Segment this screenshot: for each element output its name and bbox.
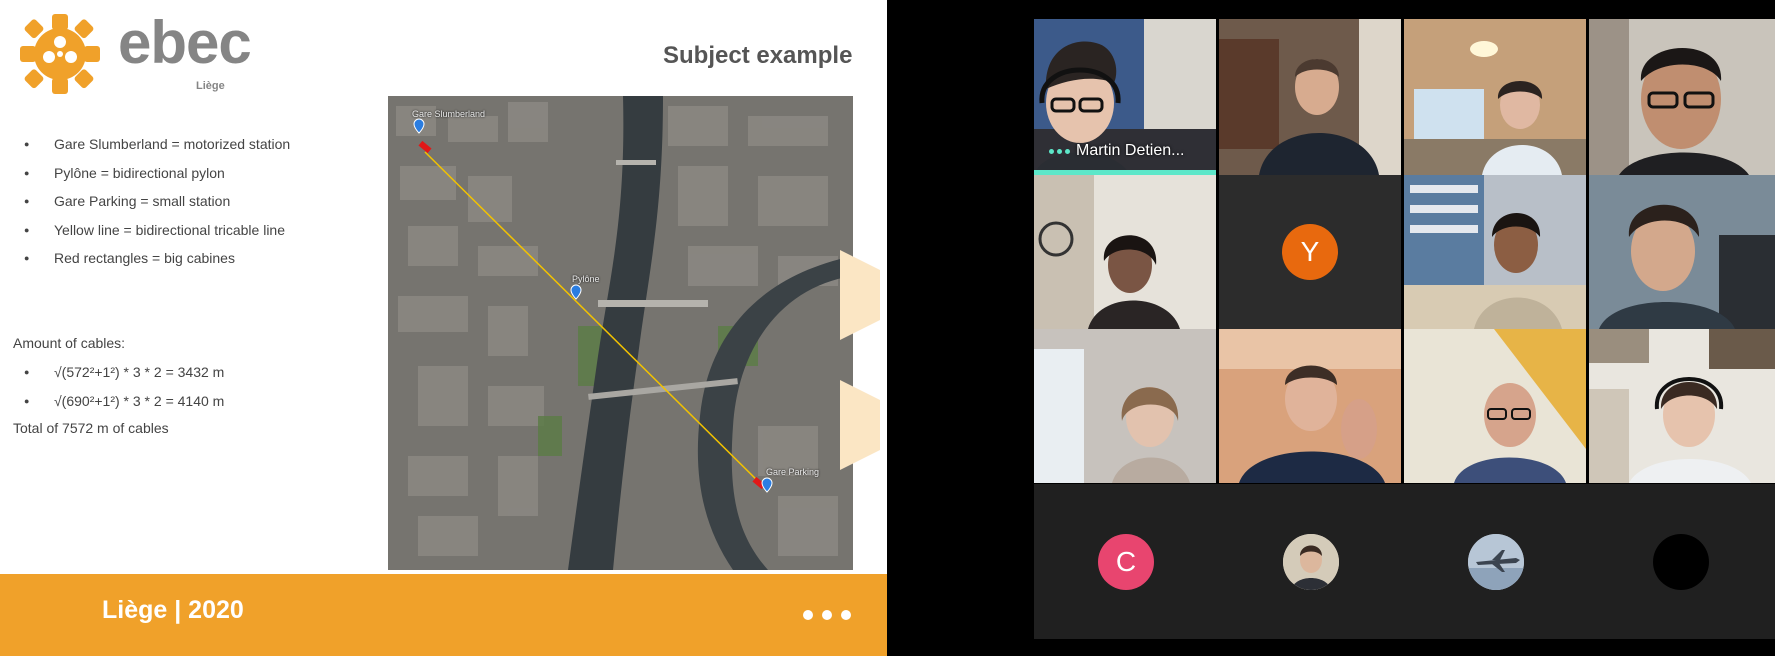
video-feed: [1219, 329, 1401, 483]
participant-tile[interactable]: [1034, 175, 1216, 329]
participant-tile[interactable]: Y: [1219, 175, 1401, 329]
slide-footer: Liège | 2020: [0, 574, 887, 656]
cables-list: √(572²+1²) * 3 * 2 = 3432 m √(690²+1²) *…: [24, 362, 224, 419]
dot: [803, 610, 813, 620]
video-feed: [1219, 19, 1401, 175]
avatar-initial: Y: [1300, 236, 1320, 267]
participant-tile[interactable]: [1034, 329, 1216, 483]
participant-tile[interactable]: [1589, 175, 1775, 329]
logo-city: Liège: [196, 80, 225, 92]
participant-tile[interactable]: [1404, 329, 1586, 483]
avatar-initial: C: [1115, 546, 1137, 577]
shared-slide: ebec Liège Subject example Gare Slumberl…: [0, 0, 887, 656]
list-item: Yellow line = bidirectional tricable lin…: [24, 220, 290, 249]
list-item: Gare Slumberland = motorized station: [24, 134, 290, 163]
dot: [822, 610, 832, 620]
list-item: Pylône = bidirectional pylon: [24, 163, 290, 192]
video-feed: [1404, 329, 1586, 483]
participant-avatar[interactable]: [1468, 534, 1524, 590]
participant-tile-active-speaker[interactable]: Martin Detien...: [1034, 19, 1216, 175]
video-feed: [1034, 329, 1216, 483]
cables-total: Total of 7572 m of cables: [13, 420, 169, 436]
footer-text: Liège | 2020: [102, 596, 244, 624]
participant-tile[interactable]: [1404, 19, 1586, 175]
decorative-gear-edge: [840, 250, 880, 470]
video-feed: [1589, 19, 1775, 175]
avatar: Y: [1282, 224, 1338, 280]
slide-title: Subject example: [663, 42, 853, 69]
video-feed: [1404, 175, 1586, 329]
ebec-gear-icon: [20, 14, 100, 94]
aircraft-photo-icon: [1468, 534, 1524, 590]
list-item: Gare Parking = small station: [24, 191, 290, 220]
map-label-station-a: Gare Slumberland: [412, 109, 486, 119]
participant-tile[interactable]: [1219, 329, 1401, 483]
participant-tile[interactable]: [1589, 329, 1775, 483]
participant-avatar[interactable]: C: [1098, 534, 1154, 590]
speaking-indicator-icon: [1049, 148, 1070, 154]
participant-tile[interactable]: [1404, 175, 1586, 329]
cables-label: Amount of cables:: [13, 335, 126, 351]
video-feed: [1404, 19, 1586, 175]
ebec-logo: ebec Liège: [18, 9, 252, 95]
satellite-map: Gare Slumberland Pylône Gare Parking: [388, 96, 853, 570]
map-label-pylon: Pylône: [572, 274, 600, 284]
logo-wordmark: ebec: [118, 9, 252, 76]
video-feed: [1589, 175, 1775, 329]
participant-tile[interactable]: [1219, 19, 1401, 175]
list-item: √(690²+1²) * 3 * 2 = 4140 m: [24, 391, 224, 420]
list-item: Red rectangles = big cabines: [24, 248, 290, 277]
video-feed: [1034, 175, 1216, 329]
footer-dots: [803, 610, 851, 620]
participant-avatar[interactable]: [1283, 534, 1339, 590]
dot: [841, 610, 851, 620]
map-label-station-b: Gare Parking: [766, 467, 820, 477]
legend-list: Gare Slumberland = motorized station Pyl…: [24, 134, 290, 277]
participant-name: Martin Detien...: [1076, 142, 1185, 159]
video-feed: [1589, 329, 1775, 483]
list-item: √(572²+1²) * 3 * 2 = 3432 m: [24, 362, 224, 391]
participant-avatar[interactable]: [1653, 534, 1709, 590]
participant-strip: C: [1034, 484, 1775, 639]
person-photo-icon: [1283, 534, 1339, 590]
active-speaker-label: Martin Detien...: [1049, 142, 1184, 160]
participant-tile[interactable]: [1589, 19, 1775, 175]
